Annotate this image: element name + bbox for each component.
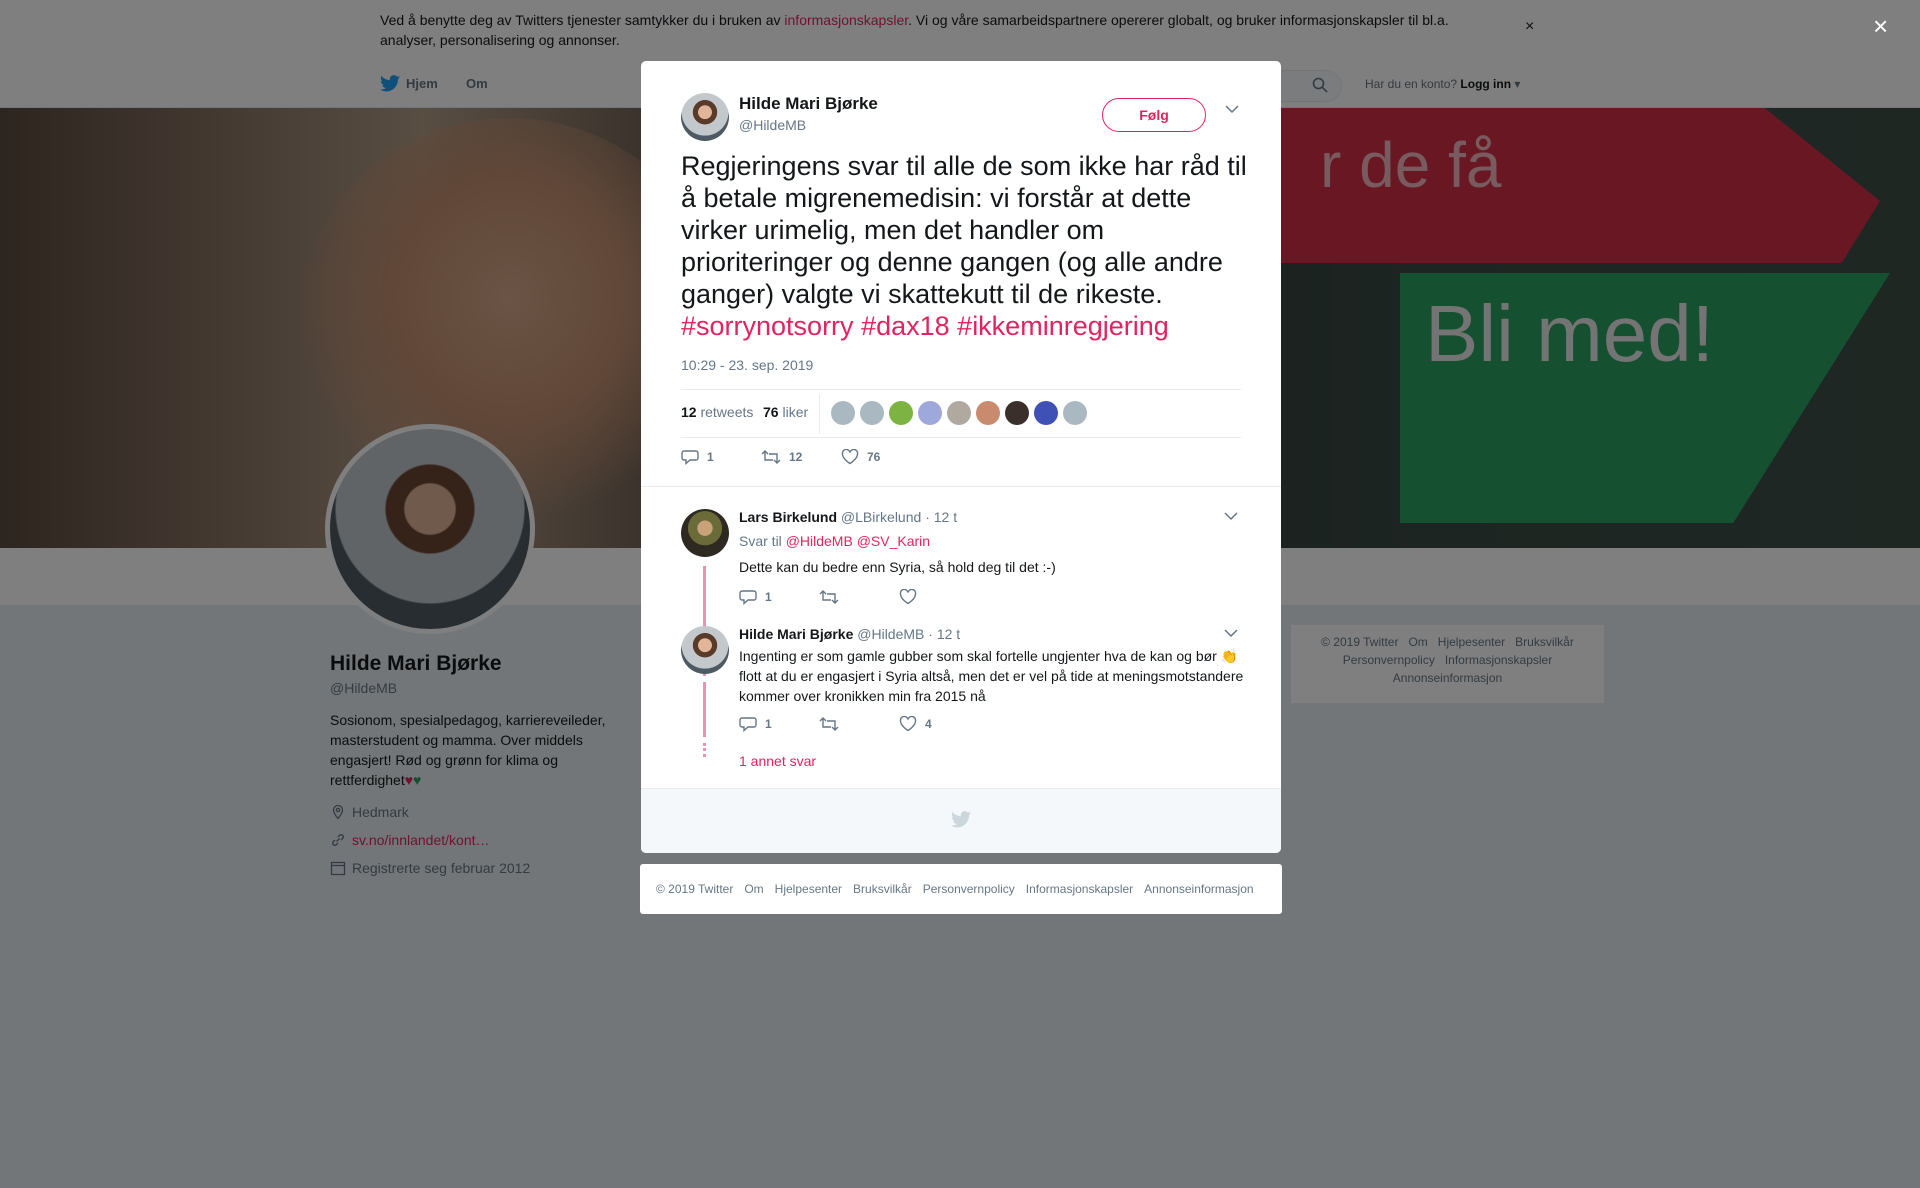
reply-author-handle[interactable]: @LBirkelund — [841, 509, 921, 525]
like-button[interactable]: 76 — [841, 449, 921, 465]
retweets-stat[interactable]: 12 retweets — [681, 404, 753, 420]
retweet-button[interactable] — [819, 589, 899, 605]
reply-avatar[interactable] — [681, 509, 729, 557]
tweet-actions: 1 12 76 — [681, 449, 921, 465]
footer-link[interactable]: Hjelpesenter — [775, 882, 842, 896]
follow-button[interactable]: Følg — [1102, 98, 1206, 132]
footer-link[interactable]: © 2019 Twitter — [656, 882, 733, 896]
reply-button[interactable]: 1 — [681, 449, 761, 465]
reply-actions: 1 4 — [739, 716, 979, 732]
author-name[interactable]: Hilde Mari Bjørke — [739, 94, 878, 114]
reply-avatar[interactable] — [681, 626, 729, 674]
reply-author-name[interactable]: Hilde Mari Bjørke — [739, 626, 853, 642]
retweet-icon — [819, 717, 839, 731]
reply-time[interactable]: · 12 t — [928, 626, 960, 642]
reply-button[interactable]: 1 — [739, 716, 819, 732]
close-icon[interactable]: × — [1873, 11, 1888, 42]
liker-avatar[interactable] — [889, 401, 913, 425]
heart-icon — [899, 589, 917, 605]
tweet-modal: Hilde Mari Bjørke @HildeMB Følg Regjerin… — [641, 61, 1281, 853]
liker-avatar[interactable] — [976, 401, 1000, 425]
retweet-icon — [819, 590, 839, 604]
footer-link[interactable]: Informasjonskapsler — [1026, 882, 1133, 896]
twitter-bird-icon — [951, 811, 971, 828]
reply-icon — [739, 717, 757, 732]
footer-link[interactable]: Bruksvilkår — [853, 882, 912, 896]
retweet-icon — [761, 450, 781, 464]
tweet-timestamp[interactable]: 10:29 - 23. sep. 2019 — [681, 357, 813, 373]
reply-to-line: Svar til @HildeMB @SV_Karin — [739, 533, 931, 549]
liker-avatar[interactable] — [1063, 401, 1087, 425]
reply-actions: 1 — [739, 589, 979, 605]
chevron-down-icon[interactable] — [1224, 628, 1238, 638]
author-avatar[interactable] — [681, 93, 729, 141]
modal-bottom-footer: © 2019 Twitter Om Hjelpesenter Bruksvilk… — [640, 864, 1282, 914]
mention-link[interactable]: @SV_Karin — [857, 533, 930, 549]
reply-time[interactable]: · 12 t — [925, 509, 957, 525]
tweet-text: Regjeringens svar til alle de som ikke h… — [681, 151, 1247, 341]
like-button[interactable]: 4 — [899, 716, 979, 732]
hashtag-link[interactable]: #sorrynotsorry — [681, 311, 854, 341]
reply-author-handle[interactable]: @HildeMB — [857, 626, 924, 642]
hashtag-link[interactable]: #dax18 — [861, 311, 950, 341]
chevron-down-icon[interactable] — [1225, 104, 1239, 114]
reply-author-name[interactable]: Lars Birkelund — [739, 509, 837, 525]
heart-icon — [841, 449, 859, 465]
liker-avatar[interactable] — [947, 401, 971, 425]
retweet-button[interactable] — [819, 716, 899, 732]
chevron-down-icon[interactable] — [1224, 511, 1238, 521]
footer-link[interactable]: Personvernpolicy — [923, 882, 1015, 896]
footer-link[interactable]: Annonseinformasjon — [1144, 882, 1253, 896]
thread-line — [703, 682, 706, 737]
likes-stat[interactable]: 76 liker — [763, 404, 808, 420]
divider — [641, 486, 1281, 487]
footer-link[interactable]: Om — [744, 882, 763, 896]
hashtag-link[interactable]: #ikkeminregjering — [957, 311, 1169, 341]
liker-avatar[interactable] — [918, 401, 942, 425]
reply-button[interactable]: 1 — [739, 589, 819, 605]
tweet-stats: 12 retweets 76 liker — [681, 389, 1241, 438]
stats-divider — [819, 394, 820, 434]
reply-header: Lars Birkelund @LBirkelund · 12 t — [739, 509, 957, 525]
reply-icon — [681, 450, 699, 465]
liker-avatar[interactable] — [1005, 401, 1029, 425]
mention-link[interactable]: @HildeMB — [786, 533, 853, 549]
more-replies-link[interactable]: 1 annet svar — [739, 753, 816, 769]
modal-footer — [641, 788, 1281, 853]
like-button[interactable] — [899, 589, 979, 605]
liker-avatar[interactable] — [860, 401, 884, 425]
retweet-button[interactable]: 12 — [761, 449, 841, 465]
author-handle[interactable]: @HildeMB — [739, 117, 806, 133]
reply-text: Ingenting er som gamle gubber som skal f… — [739, 648, 1244, 704]
reply-header: Hilde Mari Bjørke @HildeMB · 12 t — [739, 626, 960, 642]
heart-icon — [899, 716, 917, 732]
liker-avatar[interactable] — [1034, 401, 1058, 425]
reply-text: Dette kan du bedre enn Syria, så hold de… — [739, 559, 1056, 575]
reply-icon — [739, 590, 757, 605]
thread-dots — [703, 743, 706, 757]
likers-avatars — [831, 401, 1087, 425]
liker-avatar[interactable] — [831, 401, 855, 425]
